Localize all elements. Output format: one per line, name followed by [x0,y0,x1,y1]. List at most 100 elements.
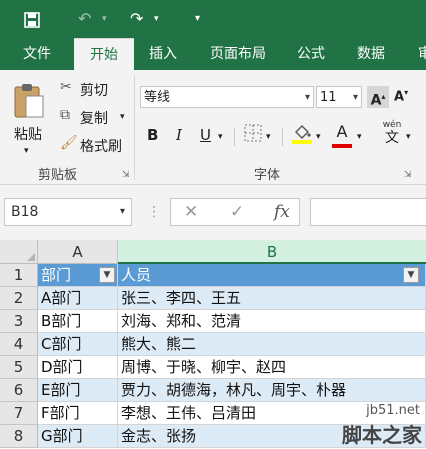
chevron-down-icon: ▾ [304,92,310,103]
fill-color-icon[interactable] [292,122,312,148]
tab-review[interactable]: 审 [410,38,426,70]
table-cell[interactable]: D部门 [38,356,118,379]
font-group-label: 字体 [254,168,281,183]
tab-file[interactable]: 文件 [12,38,62,70]
shrink-font-glyph: A [394,89,405,105]
italic-button[interactable]: I [176,126,182,144]
tab-insert[interactable]: 插入 [140,38,186,70]
row-header[interactable]: 7 [0,402,38,425]
save-icon[interactable] [24,0,40,38]
cell-text: D部门 [41,358,83,376]
table-cell[interactable]: 熊大、熊二 [118,333,426,356]
table-header-cell[interactable]: 部门 ▼ [38,264,118,287]
tab-home[interactable]: 开始 [74,38,134,71]
font-size-value: 11 [320,90,337,105]
fill-color-dropdown-icon[interactable]: ▾ [316,132,321,142]
increase-font-size-button[interactable]: A▴ [367,86,389,109]
table-cell[interactable]: C部门 [38,333,118,356]
row-header[interactable]: 5 [0,356,38,379]
table-cell[interactable]: 周博、于晓、柳宇、赵四 [118,356,426,379]
name-box[interactable]: B18 ▾ [4,198,132,226]
divider [234,128,235,146]
cell-text: 部门 [41,266,72,284]
formula-input[interactable] [310,198,426,226]
cancel-icon[interactable]: ✕ [184,198,198,226]
font-size-combo[interactable]: 11 ▾ [316,86,362,108]
format-painter-icon: 🖌 [60,135,78,151]
table-cell[interactable]: 贾力、胡德海，林凡、周宇、朴器 [118,379,426,402]
name-box-value: B18 [11,204,39,220]
filter-dropdown-icon[interactable]: ▼ [99,267,115,283]
underline-dropdown-icon[interactable]: ▾ [218,132,223,142]
table-cell[interactable]: F部门 [38,402,118,425]
customize-icon[interactable]: ▾ [195,0,200,38]
borders-dropdown-icon[interactable]: ▾ [266,132,271,142]
table-cell[interactable]: E部门 [38,379,118,402]
paste-dropdown-icon[interactable]: ▾ [24,146,29,156]
font-launcher-icon[interactable]: ⇲ [404,170,412,180]
paste-button[interactable]: 粘贴 [10,78,48,150]
decrease-font-size-button[interactable]: A▾ [394,88,408,104]
cell-text: A部门 [41,289,82,307]
copy-dropdown-icon[interactable]: ▾ [120,112,125,122]
table-header-cell[interactable]: 人员 ▼ [118,264,426,287]
row-header[interactable]: 1 [0,264,38,287]
group-divider [134,76,135,180]
table-cell[interactable]: G部门 [38,425,118,448]
redo-icon[interactable]: ↷ [130,0,143,38]
scissors-icon: ✂ [60,79,72,95]
table-cell[interactable]: A部门 [38,287,118,310]
font-color-dropdown-icon[interactable]: ▾ [357,132,362,142]
cell-text: 周博、于晓、柳宇、赵四 [121,358,287,376]
cell-text: E部门 [41,381,81,399]
phonetic-guide-button[interactable]: wén 文 [380,120,404,146]
column-header-a[interactable]: A [38,240,118,264]
font-color-button[interactable]: A [332,122,352,148]
phonetic-char: 文 [385,130,399,146]
select-all-button[interactable] [0,240,38,264]
ribbon-tabs: 文件 开始 插入 页面布局 公式 数据 审 [0,38,426,71]
clipboard-icon [14,84,44,118]
phonetic-dropdown-icon[interactable]: ▾ [406,132,411,142]
dropdown-arrow-icon[interactable]: ▾ [102,0,107,38]
tab-page-layout[interactable]: 页面布局 [200,38,276,70]
row-header[interactable]: 2 [0,287,38,310]
divider [282,128,283,146]
dropdown-arrow-icon[interactable]: ▾ [154,0,159,38]
cut-button[interactable]: 剪切 [80,80,108,100]
enter-icon[interactable]: ✓ [230,198,244,226]
font-name-combo[interactable]: 等线 ▾ [140,86,314,108]
underline-button[interactable]: U [200,126,211,144]
undo-icon[interactable]: ↶ [78,0,91,38]
clipboard-launcher-icon[interactable]: ⇲ [122,170,130,180]
cell-text: C部门 [41,335,82,353]
copy-button[interactable]: 复制 [80,108,108,128]
watermark: jb51.net 脚本之家 [304,403,424,449]
ribbon: 粘贴 ▾ ✂ 剪切 ⧉ 复制 ▾ 🖌 格式刷 剪贴板 ⇲ 等线 ▾ 11 ▾ A… [0,70,426,185]
tab-formulas[interactable]: 公式 [288,38,334,70]
table-cell[interactable]: 刘海、郑和、范清 [118,310,426,333]
bold-button[interactable]: B [147,126,158,144]
column-header-b[interactable]: B [118,240,426,264]
cell-text: F部门 [41,404,80,422]
row-header[interactable]: 4 [0,333,38,356]
chevron-down-icon: ▾ [352,92,358,103]
table-cell[interactable]: B部门 [38,310,118,333]
row-header[interactable]: 6 [0,379,38,402]
row-header[interactable]: 3 [0,310,38,333]
table-cell[interactable]: 张三、李四、王五 [118,287,426,310]
grow-font-glyph: A [370,92,382,109]
more-icon: ⋮ [147,204,161,220]
cell-text: 金志、张扬 [121,427,197,445]
format-painter-button[interactable]: 格式刷 [80,136,122,156]
phonetic-wen: wén [382,120,402,130]
cell-text: B部门 [41,312,82,330]
borders-icon[interactable] [244,124,262,146]
tab-data[interactable]: 数据 [346,38,396,70]
font-color-glyph: A [336,122,348,141]
insert-function-button[interactable]: fx [274,198,290,226]
cell-text: 人员 [121,266,152,284]
row-header[interactable]: 8 [0,425,38,448]
cell-text: G部门 [41,427,83,445]
filter-dropdown-icon[interactable]: ▼ [403,267,419,283]
